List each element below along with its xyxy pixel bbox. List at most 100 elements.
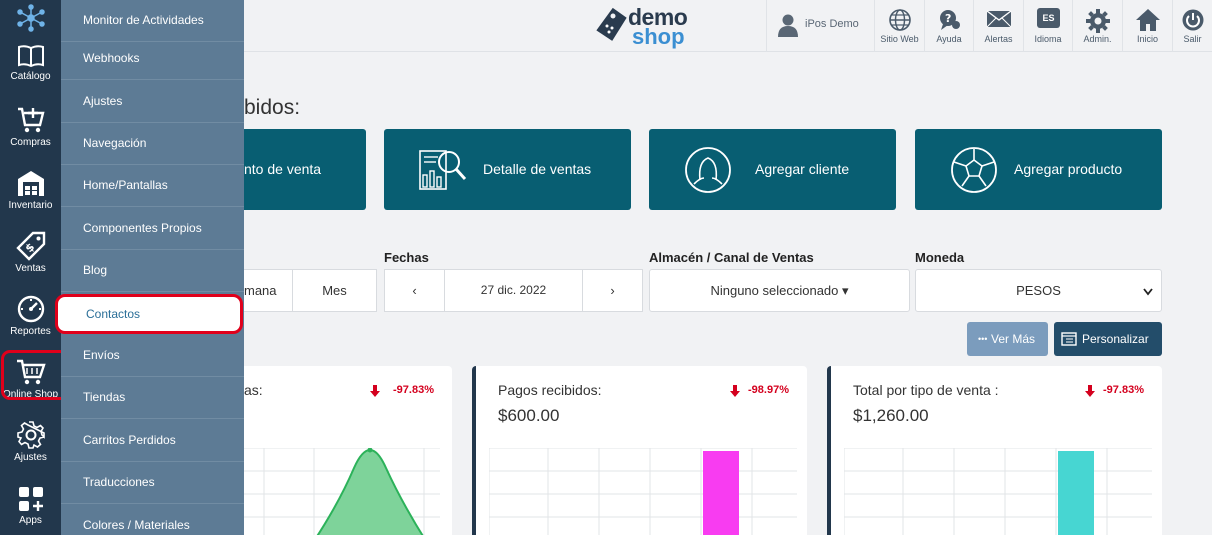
gauge-icon — [17, 295, 44, 323]
rail-item-compras[interactable]: Compras — [0, 105, 61, 148]
submenu-item-ajustes[interactable]: Ajustes — [61, 81, 244, 123]
user-circle-icon — [685, 147, 731, 193]
apps-icon — [18, 487, 43, 511]
rail-label-catalogo: Catálogo — [10, 71, 51, 82]
currency-value: PESOS — [1016, 283, 1061, 298]
date-prev-button[interactable]: ‹ — [384, 269, 445, 312]
rail-label-reportes: Reportes — [10, 326, 51, 337]
header-inicio[interactable]: Inicio — [1122, 0, 1172, 52]
submenu-item-tiendas[interactable]: Tiendas — [61, 377, 244, 419]
period-mes-button[interactable]: Mes — [292, 269, 377, 312]
rail-item-inventario[interactable]: Inventario — [0, 168, 61, 211]
header-admin[interactable]: Admin. — [1072, 0, 1122, 52]
currency-label: Moneda — [915, 250, 965, 265]
header-admin-label: Admin. — [1083, 34, 1112, 44]
stat-card-pagos-chart — [489, 448, 797, 535]
demo-shop-logo[interactable]: demo shop — [594, 2, 704, 49]
customize-icon — [1061, 332, 1077, 346]
envelope-icon — [986, 10, 1011, 28]
rail-item-ventas[interactable]: $ Ventas — [0, 231, 61, 274]
stat-card-ventas-title: as: — [244, 382, 263, 398]
stat-card-tipo-venta-chart — [844, 448, 1152, 535]
personalizar-button[interactable]: Personalizar — [1054, 322, 1162, 356]
user-avatar-icon — [778, 14, 798, 37]
period-semana-button[interactable]: mana — [244, 269, 293, 312]
quick-action-detalle-ventas[interactable]: Detalle de ventas — [384, 129, 631, 210]
ver-mas-button[interactable]: ••• Ver Más — [967, 322, 1048, 356]
chevron-right-icon: › — [610, 283, 615, 298]
gear-icon — [16, 421, 45, 449]
header-salir[interactable]: Salir — [1172, 0, 1212, 52]
submenu-item-carritos[interactable]: Carritos Perdidos — [61, 420, 244, 462]
submenu-item-colores[interactable]: Colores / Materiales — [61, 505, 244, 535]
language-icon: ES — [1037, 8, 1060, 28]
period-semana-label: mana — [244, 283, 277, 298]
rail-item-ajustes[interactable]: Ajustes — [0, 420, 61, 463]
arrow-down-icon — [1085, 385, 1095, 397]
warehouse-value: Ninguno seleccionado ▾ — [710, 283, 849, 298]
submenu-item-navegacion[interactable]: Navegación — [61, 123, 244, 165]
header-ayuda-label: Ayuda — [936, 34, 962, 44]
globe-icon — [888, 9, 911, 31]
header-ayuda[interactable]: ? Ayuda — [924, 0, 973, 52]
power-icon — [1182, 9, 1203, 31]
sales-report-icon — [419, 150, 467, 190]
home-icon — [1135, 9, 1160, 31]
submenu-item-monitor[interactable]: Monitor de Actividades — [61, 0, 244, 42]
date-value: 27 dic. 2022 — [480, 283, 547, 297]
warehouse-select[interactable]: Ninguno seleccionado ▾ — [649, 269, 910, 312]
chevron-left-icon: ‹ — [412, 283, 417, 298]
book-icon — [17, 45, 44, 68]
rail-item-apps[interactable]: Apps — [0, 485, 61, 526]
header-salir-label: Salir — [1183, 34, 1202, 44]
user-name: iPos Demo — [805, 18, 859, 30]
rail-label-compras: Compras — [10, 137, 51, 148]
svg-text:?: ? — [945, 12, 951, 25]
stat-card-pagos: Pagos recibidos: $600.00 -97.83% -98.97% — [472, 366, 807, 535]
stat-card-tipo-venta: Total por tipo de venta : $1,260.00 -97.… — [827, 366, 1162, 535]
submenu-item-traducciones[interactable]: Traducciones — [61, 462, 244, 504]
logo-shop-text: shop — [632, 24, 685, 49]
language-badge: ES — [1042, 13, 1055, 23]
rail-item-catalogo[interactable]: Catálogo — [0, 43, 61, 82]
chevron-down-icon — [1143, 288, 1153, 296]
ver-mas-label: Ver Más — [991, 332, 1036, 346]
stat-card-ventas-chart — [244, 448, 440, 535]
rail-label-apps: Apps — [19, 515, 42, 526]
submenu-item-contactos[interactable]: Contactos — [55, 294, 243, 334]
gear-icon — [1085, 9, 1110, 33]
submenu-item-envios[interactable]: Envíos — [61, 335, 244, 377]
rail-label-inventario: Inventario — [8, 200, 53, 211]
header-sitio-web[interactable]: Sitio Web — [874, 0, 924, 52]
rail-item-reportes[interactable]: Reportes — [0, 294, 61, 337]
quick-action-agregar-producto-label: Agregar producto — [1014, 161, 1123, 177]
arrow-down-icon — [730, 385, 740, 397]
quick-action-detalle-ventas-label: Detalle de ventas — [483, 161, 592, 177]
rail-item-network[interactable] — [0, 4, 61, 32]
header-alertas-label: Alertas — [984, 34, 1013, 44]
network-icon — [16, 4, 45, 32]
header-idioma[interactable]: ES Idioma — [1023, 0, 1072, 52]
warehouse-icon — [17, 171, 44, 196]
submenu-item-componentes[interactable]: Componentes Propios — [61, 208, 244, 250]
submenu-item-home-pantallas[interactable]: Home/Pantallas — [61, 165, 244, 207]
price-tag-icon: $ — [15, 231, 45, 261]
quick-action-punto-venta[interactable]: nto de venta — [244, 129, 366, 210]
date-next-button[interactable]: › — [582, 269, 643, 312]
quick-action-agregar-cliente[interactable]: Agregar cliente — [649, 129, 896, 210]
currency-select[interactable]: PESOS — [915, 269, 1162, 312]
stat-card-ventas-pct: -97.83% — [393, 384, 434, 396]
stat-card-pagos-value: $600.00 — [498, 406, 560, 425]
header-alertas[interactable]: Alertas — [973, 0, 1023, 52]
stat-card-pagos-pct-visible: -98.97% — [748, 384, 789, 396]
header-idioma-label: Idioma — [1034, 34, 1062, 44]
quick-action-agregar-producto[interactable]: Agregar producto — [915, 129, 1162, 210]
submenu-item-blog[interactable]: Blog — [61, 250, 244, 292]
stat-card-pagos-title: Pagos recibidos: — [498, 382, 602, 398]
user-menu[interactable]: iPos Demo — [766, 0, 874, 52]
submenu-item-webhooks[interactable]: Webhooks — [61, 38, 244, 80]
soccer-ball-icon — [951, 147, 997, 193]
stat-card-tipo-venta-value: $1,260.00 — [853, 406, 929, 425]
date-value-field[interactable]: 27 dic. 2022 — [444, 269, 583, 312]
warehouse-label: Almacén / Canal de Ventas — [649, 250, 814, 265]
